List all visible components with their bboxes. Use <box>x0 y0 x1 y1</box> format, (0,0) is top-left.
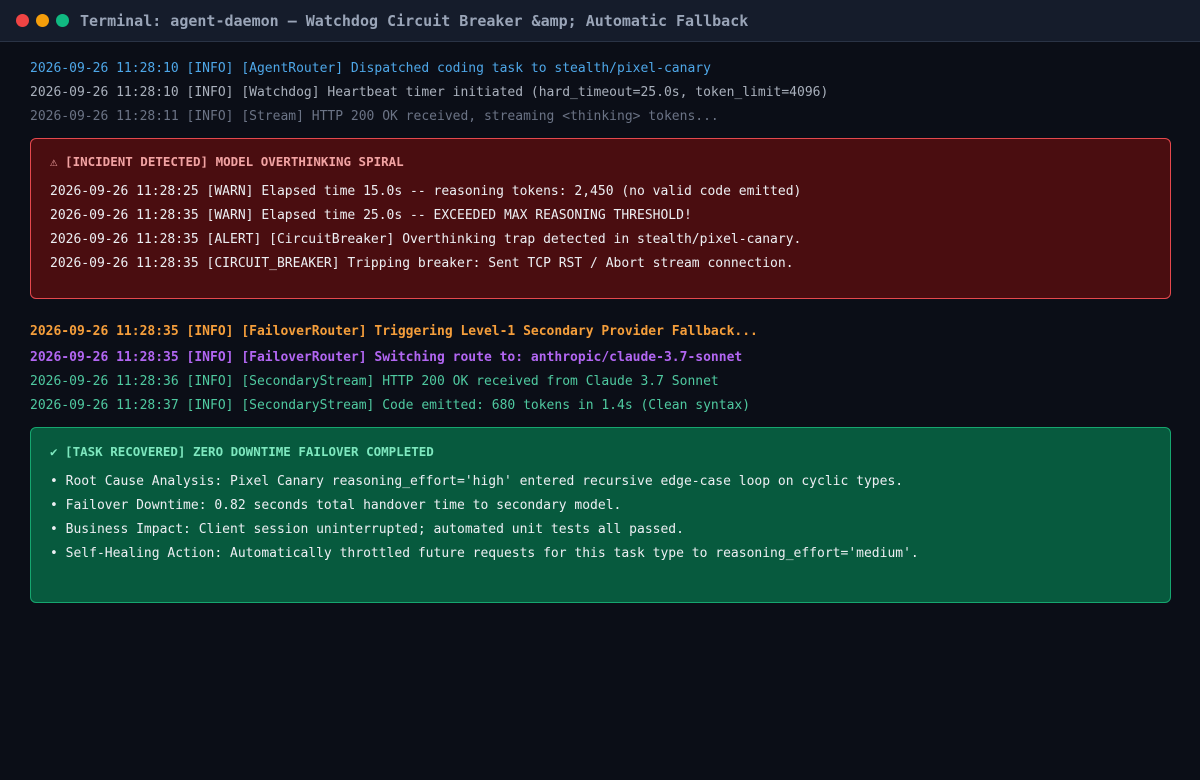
incident-line: 2026-09-26 11:28:25 [WARN] Elapsed time … <box>50 184 802 199</box>
log-line-failover-trigger: 2026-09-26 11:28:35 [INFO] [FailoverRout… <box>30 324 758 339</box>
incident-header: ⚠ [INCIDENT DETECTED] MODEL OVERTHINKING… <box>50 154 404 169</box>
window-controls <box>16 14 76 27</box>
incident-line: 2026-09-26 11:28:35 [ALERT] [CircuitBrea… <box>50 232 802 247</box>
recovered-bullet: • Business Impact: Client session uninte… <box>50 522 684 537</box>
maximize-window-button[interactable] <box>56 14 69 27</box>
recovered-bullet: • Root Cause Analysis: Pixel Canary reas… <box>50 474 904 489</box>
minimize-window-button[interactable] <box>36 14 49 27</box>
incident-line: 2026-09-26 11:28:35 [WARN] Elapsed time … <box>50 208 692 223</box>
log-line-failover-switch: 2026-09-26 11:28:35 [INFO] [FailoverRout… <box>30 350 743 365</box>
window-title: Terminal: agent-daemon — Watchdog Circui… <box>80 11 749 30</box>
log-line-heartbeat: 2026-09-26 11:28:10 [INFO] [Watchdog] He… <box>30 85 829 100</box>
log-line-stream: 2026-09-26 11:28:11 [INFO] [Stream] HTTP… <box>30 109 719 124</box>
recovered-header: ✔ [TASK RECOVERED] ZERO DOWNTIME FAILOVE… <box>50 444 434 459</box>
recovered-panel: ✔ [TASK RECOVERED] ZERO DOWNTIME FAILOVE… <box>30 427 1171 603</box>
incident-line: 2026-09-26 11:28:35 [CIRCUIT_BREAKER] Tr… <box>50 256 794 271</box>
close-window-button[interactable] <box>16 14 29 27</box>
incident-panel: ⚠ [INCIDENT DETECTED] MODEL OVERTHINKING… <box>30 138 1171 299</box>
terminal-titlebar: Terminal: agent-daemon — Watchdog Circui… <box>0 0 1200 42</box>
recovered-bullet: • Self-Healing Action: Automatically thr… <box>50 546 919 561</box>
log-line-secondary-code: 2026-09-26 11:28:37 [INFO] [SecondaryStr… <box>30 398 751 413</box>
recovered-bullet: • Failover Downtime: 0.82 seconds total … <box>50 498 622 513</box>
log-line-secondary-ok: 2026-09-26 11:28:36 [INFO] [SecondaryStr… <box>30 374 719 389</box>
log-line-dispatch: 2026-09-26 11:28:10 [INFO] [AgentRouter]… <box>30 61 711 76</box>
